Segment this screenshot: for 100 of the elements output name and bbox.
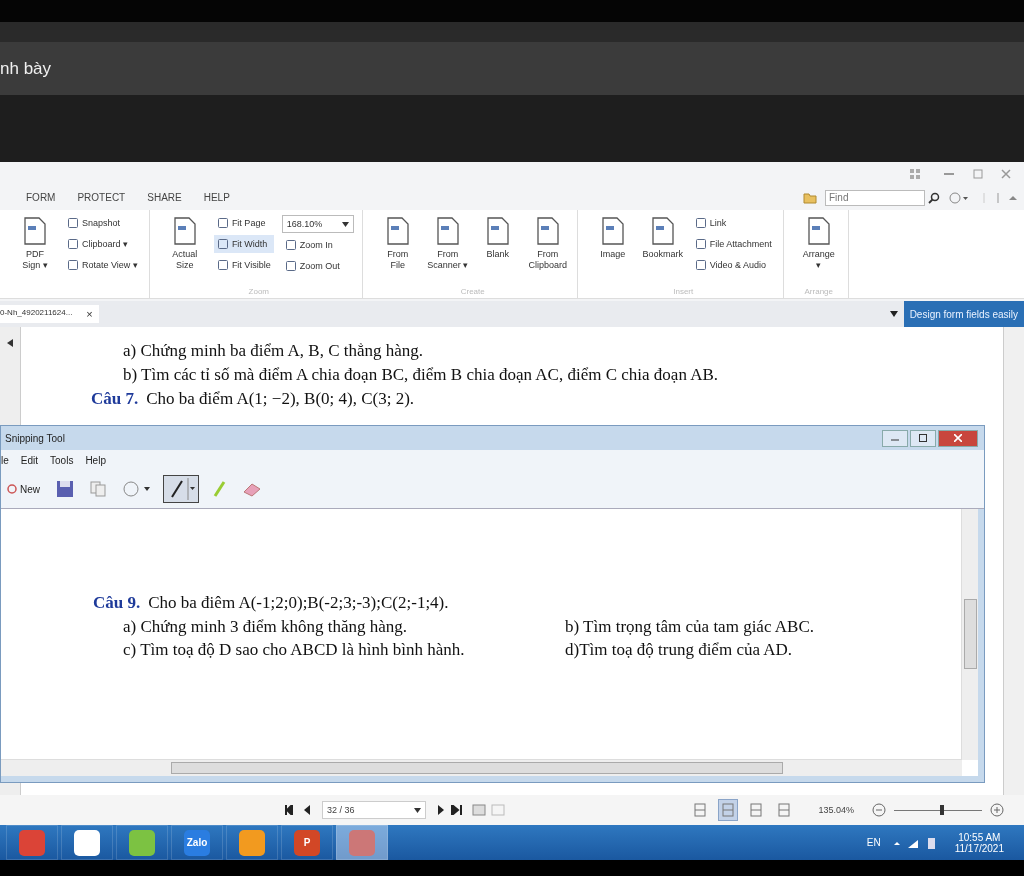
- menu-item[interactable]: Tools: [50, 454, 74, 466]
- taskbar-app[interactable]: Zalo: [171, 825, 223, 860]
- page-layout-icon: [694, 803, 707, 817]
- page-layout-icon: [722, 803, 735, 817]
- ribbon-button[interactable]: Link: [691, 214, 775, 232]
- square-icon: [67, 238, 79, 250]
- ribbon-button[interactable]: File Attachment: [691, 235, 775, 253]
- square-icon: [216, 217, 229, 229]
- ribbon-button[interactable]: Actual Size: [163, 214, 206, 287]
- square-icon: [216, 238, 229, 250]
- question-part: b) Tìm trọng tâm của tam giác ABC.: [565, 617, 814, 638]
- ribbon-button[interactable]: Fit Page: [213, 214, 274, 232]
- document-tab[interactable]: 0-Nh_4920211624... ×: [0, 305, 99, 323]
- menu-item[interactable]: le: [1, 454, 9, 466]
- taskbar-app[interactable]: [116, 825, 168, 860]
- ribbon-button[interactable]: Arrange ▾: [797, 214, 840, 287]
- ribbon-button[interactable]: Clipboard ▾: [64, 235, 141, 253]
- circle-icon: [6, 483, 18, 495]
- square-icon: [694, 238, 707, 250]
- save-icon[interactable]: [56, 480, 74, 498]
- ribbon-button[interactable]: Fit Visible: [213, 256, 274, 274]
- square-icon: [284, 239, 297, 251]
- scrollbar[interactable]: [1003, 327, 1024, 795]
- app-icon: [239, 829, 265, 856]
- language-indicator[interactable]: EN: [866, 837, 881, 848]
- new-button[interactable]: New: [3, 480, 43, 498]
- zoom-in-icon[interactable]: [990, 803, 1004, 817]
- ribbon-button[interactable]: Fit Width: [213, 235, 274, 253]
- ribbon-button[interactable]: Snapshot: [64, 214, 141, 232]
- clock[interactable]: 10:55 AM 11/17/2021: [954, 831, 1004, 854]
- app-icon: [349, 829, 375, 856]
- view-mode-icon[interactable]: [718, 799, 739, 821]
- search-icon: [928, 191, 940, 204]
- page-icon: [434, 216, 461, 246]
- taskbar-app[interactable]: [226, 825, 278, 860]
- pen-tool[interactable]: [163, 475, 199, 503]
- ribbon-button[interactable]: From Clipboard: [526, 214, 569, 287]
- search-field[interactable]: Find: [825, 189, 925, 206]
- question-part: a) Chứng minh ba điểm A, B, C thẳng hàng.: [123, 341, 424, 360]
- caret-icon[interactable]: [889, 311, 898, 317]
- square-icon: [694, 259, 707, 271]
- app-icon: [19, 829, 45, 856]
- taskbar-app[interactable]: [61, 825, 113, 860]
- taskbar-app[interactable]: P: [281, 825, 333, 860]
- meeting-title: nh bày: [0, 58, 52, 79]
- ribbon-button[interactable]: PDF Sign ▾: [14, 214, 56, 287]
- folder-icon[interactable]: [803, 191, 817, 204]
- window-title: Snipping Tool: [5, 432, 65, 444]
- group-label: Zoom: [247, 287, 271, 298]
- ribbon-tab[interactable]: HELP: [203, 192, 230, 203]
- ribbon-button[interactable]: Rotate View ▾: [64, 256, 141, 274]
- page-icon: [649, 216, 676, 246]
- zoom-out-icon[interactable]: [872, 803, 886, 817]
- group-label: Insert: [672, 287, 695, 298]
- close-button[interactable]: [938, 429, 978, 447]
- zoom-level: 135.04%: [818, 805, 854, 815]
- ribbon-button[interactable]: Image: [591, 214, 634, 287]
- group-label: Arrange: [803, 287, 834, 298]
- caret-icon: [414, 807, 421, 813]
- close-icon: [954, 434, 962, 442]
- highlighter-icon: [212, 480, 226, 498]
- menu-item[interactable]: Edit: [20, 454, 39, 466]
- question-part: d)Tìm toạ độ trung điểm của AD.: [565, 640, 793, 661]
- page-icon: [22, 216, 48, 246]
- scrollbar[interactable]: [1, 759, 962, 776]
- ribbon-button[interactable]: From File: [376, 214, 419, 287]
- ribbon-button[interactable]: Zoom Out: [281, 257, 354, 275]
- app-icon: [129, 829, 155, 856]
- page-icon: [534, 216, 561, 246]
- arrow-icon[interactable]: [7, 339, 13, 347]
- ribbon-button[interactable]: Zoom In: [281, 236, 354, 254]
- page-number-field[interactable]: 32 / 36: [322, 801, 426, 819]
- app-icon: Zalo: [184, 829, 210, 856]
- copy-icon[interactable]: [90, 481, 106, 497]
- ribbon-button[interactable]: Video & Audio: [691, 256, 775, 274]
- page-icon: [171, 216, 198, 246]
- page-icon: [599, 216, 626, 246]
- ribbon-tab[interactable]: SHARE: [147, 192, 182, 203]
- ribbon-tab[interactable]: FORM: [26, 192, 56, 203]
- ribbon-tab[interactable]: PROTECT: [77, 192, 126, 203]
- maximize-icon: [919, 434, 927, 442]
- scrollbar[interactable]: [961, 509, 978, 760]
- pages-icon[interactable]: [472, 804, 506, 816]
- page-icon: [484, 216, 511, 246]
- eraser-icon: [242, 481, 262, 497]
- question-number: Câu 7.: [91, 389, 139, 408]
- square-icon: [216, 259, 229, 271]
- zoom-combo[interactable]: 168.10%: [281, 215, 354, 233]
- ribbon-button[interactable]: Blank: [476, 214, 519, 287]
- question-part: a) Chứng minh 3 điểm không thăng hàng.: [123, 617, 408, 638]
- ribbon-button[interactable]: From Scanner ▾: [426, 214, 469, 287]
- square-icon: [694, 217, 707, 229]
- page-icon: [384, 216, 411, 246]
- app-icon: P: [294, 829, 320, 856]
- maximize-button[interactable]: [910, 429, 936, 447]
- menu-item[interactable]: Help: [85, 454, 106, 466]
- promo-banner[interactable]: Design form fields easily: [903, 301, 1024, 327]
- question-number: Câu 9.: [93, 593, 141, 612]
- app-icon: [74, 829, 100, 856]
- ribbon-button[interactable]: Bookmark: [641, 214, 684, 287]
